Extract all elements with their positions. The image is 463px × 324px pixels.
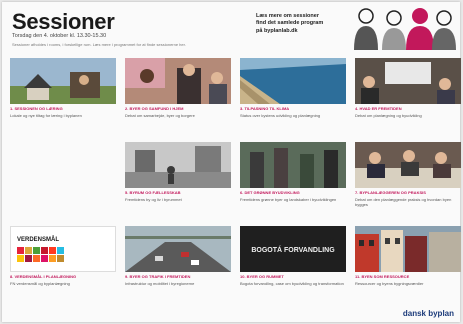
session-title: 3. Tilpasning til klima [240,106,290,111]
session-image: BOGOTÁ FORVANDLING [240,226,346,272]
session-title: 4. Hvad er fremtiden [355,106,402,111]
promo-line-1: Læs mere om sessioner [256,13,319,19]
page-title: Sessioner [12,9,115,34]
session-title: 8. Verdensmål i planlægning [10,274,77,279]
session-card[interactable]: 9. Byer og trafik i fremtiden Infrastruk… [125,226,231,286]
session-image: VERDENSMÅL [10,226,116,272]
session-description: FN verdensmål og byplanlægning [10,280,70,286]
session-image [355,142,461,188]
session-image [240,142,346,188]
session-description: Debat om samarbejde, byer og borgere [125,112,195,118]
promo-line-3: på byplanlab.dk [256,27,298,34]
promo-text: Læs mere om sessioner find det samlede p… [256,13,356,35]
session-image [10,58,116,104]
people-illustration [350,6,458,50]
session-card[interactable]: VERDENSMÅL 8. Verdensmål i planlægning F… [10,226,116,286]
session-card[interactable]: 7. Byplanlæggeren og praksis Debat om de… [355,142,461,207]
session-title: 6. Det grønne byudvikling [240,190,300,195]
session-card[interactable]: 11. Byen som ressource Ressourcer og bye… [355,226,461,286]
session-image [125,58,231,104]
sdg-label: VERDENSMÅL [17,236,59,243]
session-description: Lokale og nye tiltag for læring i byplan… [10,112,82,118]
session-description: Debat om planlægning og byudvikling [355,112,422,118]
session-image [125,142,231,188]
page-subtitle: Torsdag den 4. oktober kl. 13.30-15.30 [12,33,107,39]
session-description: Infrastruktur og mobilitet i byregionern… [125,280,195,286]
session-image [355,226,461,272]
session-card[interactable]: 4. Hvad er fremtiden Debat om planlægnin… [355,58,461,118]
session-title: 7. Byplanlæggeren og praksis [355,190,426,195]
session-title: 11. Byen som ressource [355,274,410,279]
session-card[interactable]: 1. Sessionen og læring Lokale og nye til… [10,58,116,118]
session-card[interactable]: 6. Det grønne byudvikling Fremtidens grø… [240,142,346,202]
session-description: Bogota forvandling, case om byudvikling … [240,280,344,286]
page-intro: Sessioner afholdes i rooms, i forskellig… [12,42,186,47]
bogota-label: BOGOTÁ FORVANDLING [251,245,335,254]
session-title: 9. Byer og trafik i fremtiden [125,274,191,279]
session-image [240,58,346,104]
brand-logo: dansk byplan [402,309,454,318]
session-description: Ressourcer og byens bygningsværdier [355,280,424,286]
session-title: 2. Byer og samfund i hjem [125,106,184,111]
session-card[interactable]: 5. Byrum og fællesskab Fremtidens by og … [125,142,231,202]
session-description: Fremtidens grønne byer og landskaber i b… [240,196,337,202]
session-image [355,58,461,104]
session-title: 10. Byer og rummet [240,274,284,279]
session-title: 1. Sessionen og læring [10,106,63,111]
session-description: Status over kystens udvikling og planlæg… [240,112,321,118]
promo-line-2: find det samlede program [256,20,324,27]
session-image [125,226,231,272]
poster-sheet: Sessioner Torsdag den 4. oktober kl. 13.… [2,2,461,322]
session-card[interactable]: 2. Byer og samfund i hjem Debat om samar… [125,58,231,118]
session-description: Debat om den planlæggende praksis og hvo… [355,196,452,207]
session-card[interactable]: BOGOTÁ FORVANDLING 10. Byer og rummet Bo… [240,226,346,286]
session-card[interactable]: 3. Tilpasning til klima Status over kyst… [240,58,346,118]
session-title: 5. Byrum og fællesskab [125,190,181,195]
session-description: Fremtidens by og liv i byrummet [125,196,182,202]
